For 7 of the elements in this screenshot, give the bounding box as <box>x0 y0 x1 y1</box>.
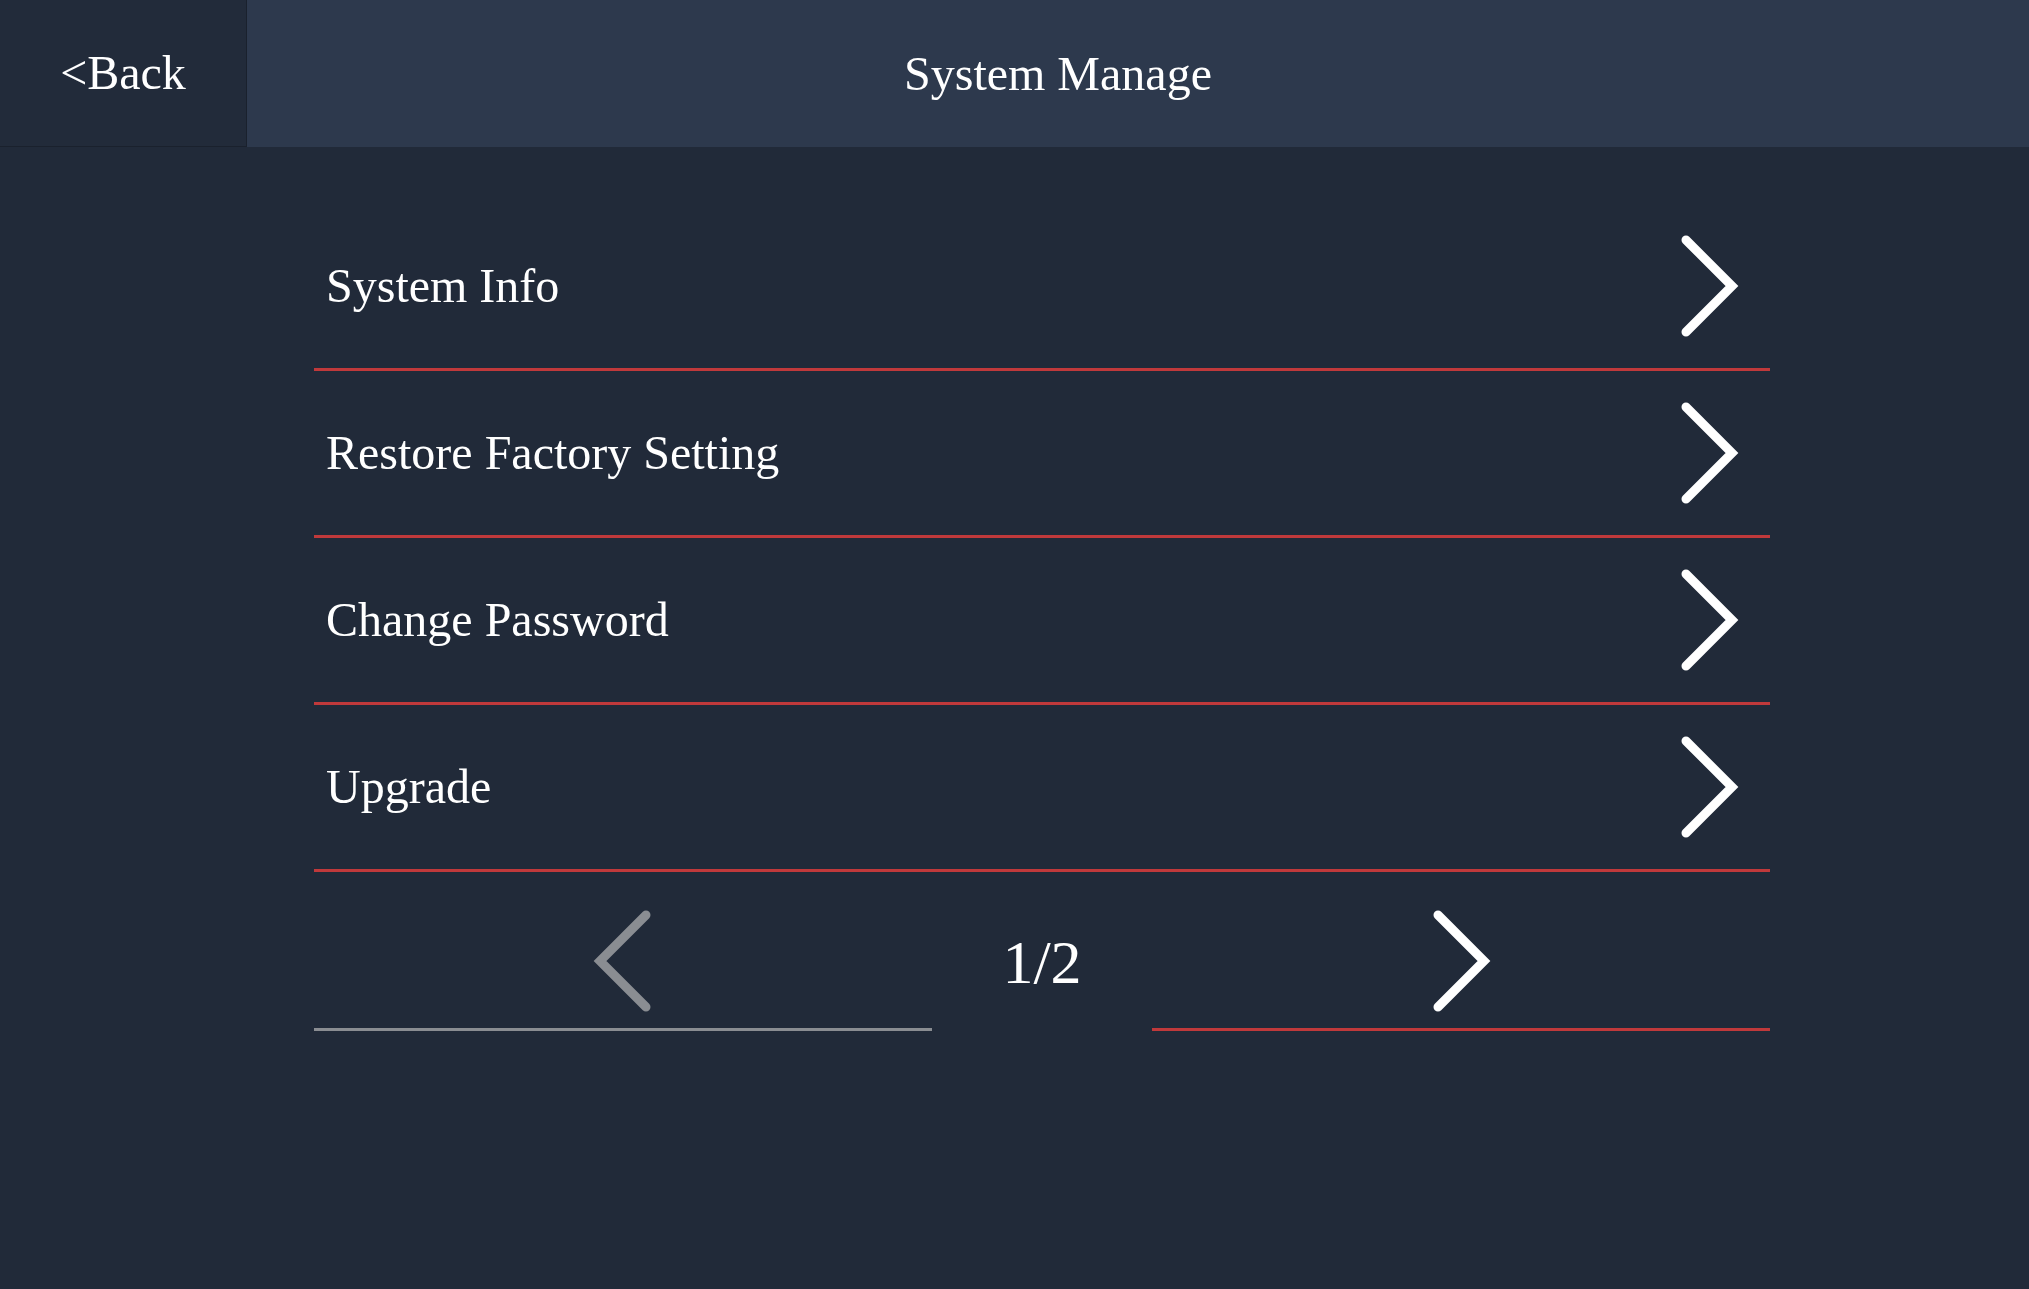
page-indicator: 1/2 <box>1002 927 1082 998</box>
back-button[interactable]: <Back <box>0 0 247 147</box>
menu-item[interactable]: Change Password <box>314 538 1770 705</box>
page-title: System Manage <box>904 45 1212 102</box>
menu-item[interactable]: Upgrade <box>314 705 1770 872</box>
menu-item[interactable]: System Info <box>314 204 1770 371</box>
menu-item[interactable]: Restore Factory Setting <box>314 371 1770 538</box>
